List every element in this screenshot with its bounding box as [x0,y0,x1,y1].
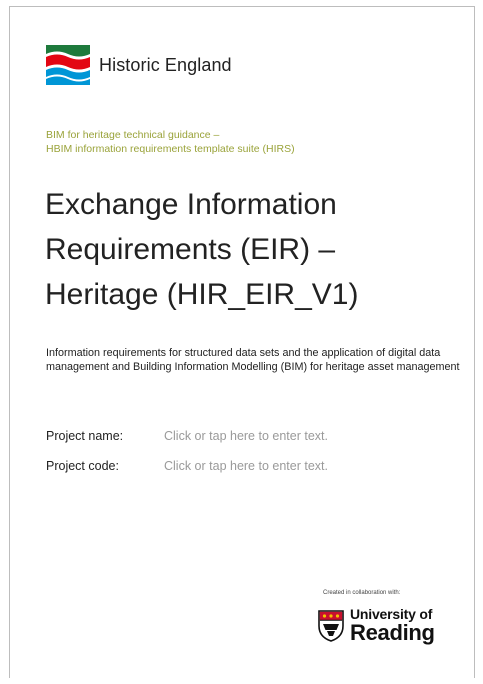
document-description: Information requirements for structured … [46,347,460,373]
document-page: Historic England BIM for heritage techni… [9,6,475,678]
historic-england-emblem-icon [46,45,90,85]
subtitle-line-2: HBIM information requirements template s… [46,143,295,155]
title-line-3: Heritage (HIR_EIR_V1) [45,278,359,311]
project-name-label: Project name: [46,429,124,443]
university-name-line-1: University of [350,606,433,622]
title-line-1: Exchange Information [45,188,337,221]
collaboration-note: Created in collaboration with: [323,590,401,596]
title-line-2: Requirements (EIR) – [45,233,336,266]
project-name-field: Project name: Click or tap here to enter… [46,429,328,443]
document-title: Exchange Information Requirements (EIR) … [45,182,465,317]
guidance-subtitle: BIM for heritage technical guidance – HB… [46,128,295,156]
project-code-input[interactable]: Click or tap here to enter text. [164,459,328,473]
university-crest-icon [318,609,344,642]
university-of-reading-logo: University of Reading [318,607,435,644]
project-code-label: Project code: [46,459,119,473]
historic-england-name: Historic England [99,54,232,75]
subtitle-line-1: BIM for heritage technical guidance – [46,129,220,141]
university-name-line-2: Reading [350,620,435,645]
university-name: University of Reading [350,607,435,644]
project-name-input[interactable]: Click or tap here to enter text. [164,429,328,443]
project-code-field: Project code: Click or tap here to enter… [46,459,328,473]
historic-england-logo: Historic England [46,45,232,85]
